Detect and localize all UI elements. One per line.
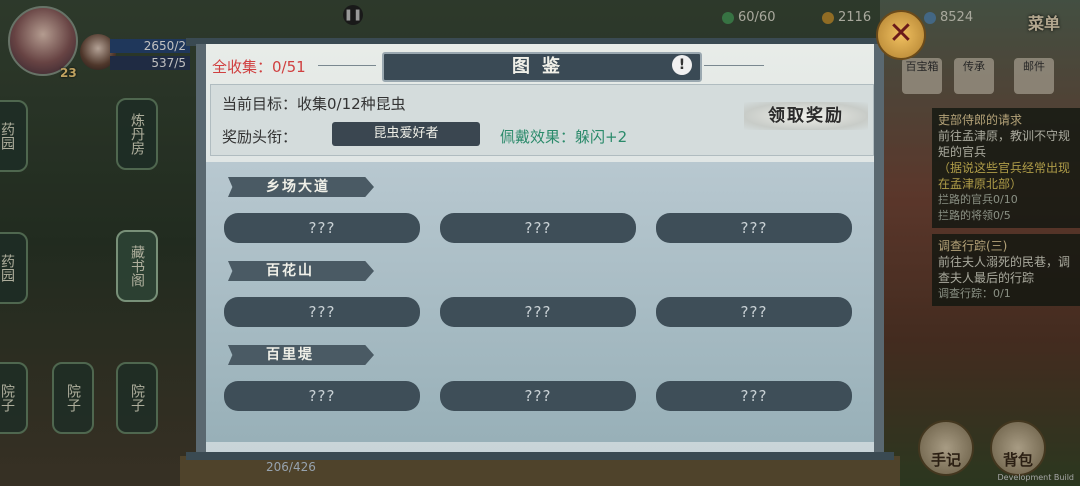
- deco-line-left: [318, 65, 376, 66]
- section-label: 百里堤: [228, 345, 374, 365]
- section-label: 百花山: [228, 261, 374, 281]
- deco-line-right: [704, 65, 764, 66]
- current-goal: 当前目标：收集0/12种昆虫: [222, 95, 406, 113]
- info-icon[interactable]: !: [672, 55, 692, 75]
- claim-reward-button[interactable]: 领取奖励: [744, 102, 868, 130]
- codex-slot[interactable]: ???: [656, 213, 852, 243]
- codex-slot[interactable]: ???: [440, 297, 636, 327]
- reward-title-badge: 昆虫爱好者: [332, 122, 480, 146]
- codex-slot[interactable]: ???: [224, 297, 420, 327]
- wear-effect: 佩戴效果：躲闪+2: [500, 128, 628, 146]
- codex-slot[interactable]: ???: [656, 381, 852, 411]
- codex-slot[interactable]: ???: [656, 297, 852, 327]
- section-label: 乡场大道: [228, 177, 374, 197]
- close-icon[interactable]: ✕: [876, 10, 926, 60]
- codex-slot[interactable]: ???: [440, 213, 636, 243]
- collection-total: 全收集：0/51: [212, 58, 306, 76]
- codex-slot[interactable]: ???: [224, 213, 420, 243]
- panel-title: 图鉴: [382, 52, 702, 82]
- reward-title-label: 奖励头衔：: [222, 128, 298, 146]
- scroll-bottom-rod: [186, 452, 894, 460]
- codex-slot[interactable]: ???: [224, 381, 420, 411]
- codex-slot[interactable]: ???: [440, 381, 636, 411]
